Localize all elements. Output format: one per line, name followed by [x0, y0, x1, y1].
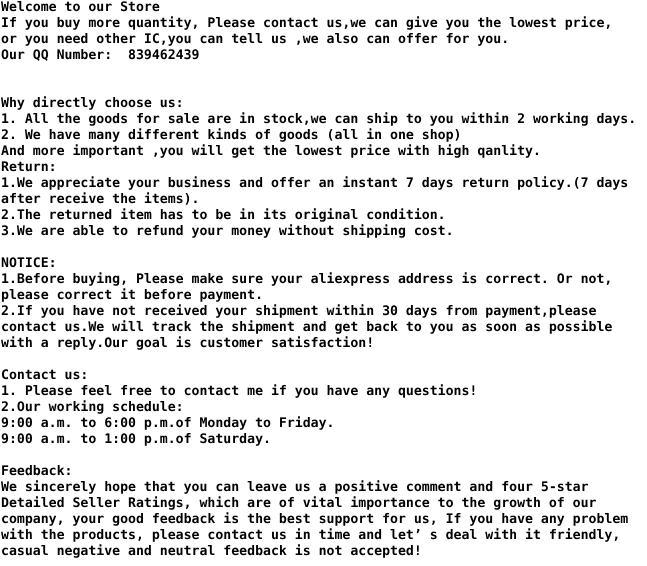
text-line: 2.If you have not received your shipment…	[1, 304, 597, 319]
text-line: 9:00 a.m. to 1:00 p.m.of Saturday.	[1, 432, 271, 447]
store-description-text: Welcome to our Store If you buy more quan…	[1, 0, 647, 560]
text-line: casual negative and neutral feedback is …	[1, 544, 422, 559]
text-line: NOTICE:	[1, 256, 57, 271]
text-line: 1. Please feel free to contact me if you…	[1, 384, 478, 399]
text-line: Why directly choose us:	[1, 96, 184, 111]
text-line: Our QQ Number: 839462439	[1, 48, 200, 63]
text-line: And more important ,you will get the low…	[1, 144, 541, 159]
text-line: 1. All the goods for sale are in stock,w…	[1, 112, 637, 127]
text-line: or you need other IC,you can tell us ,we…	[1, 32, 510, 47]
text-line: Feedback:	[1, 464, 73, 479]
text-line: with a reply.Our goal is customer satisf…	[1, 336, 375, 351]
text-line: Detailed Seller Ratings, which are of vi…	[1, 496, 597, 511]
text-line: please correct it before payment.	[1, 288, 264, 303]
text-line: 9:00 a.m. to 6:00 p.m.of Monday to Frida…	[1, 416, 335, 431]
text-line: 3.We are able to refund your money witho…	[1, 224, 454, 239]
text-line: with the products, please contact us in …	[1, 528, 621, 543]
text-line: 2.Our working schedule:	[1, 400, 184, 415]
text-line: Contact us:	[1, 368, 89, 383]
text-line: 2.The returned item has to be in its ori…	[1, 208, 446, 223]
text-line: Return:	[1, 160, 57, 175]
text-line: 1.Before buying, Please make sure your a…	[1, 272, 613, 287]
text-line: Welcome to our Store	[1, 0, 160, 15]
text-line: company, your good feedback is the best …	[1, 512, 629, 527]
text-line: If you buy more quantity, Please contact…	[1, 16, 613, 31]
text-line: after receive the items).	[1, 192, 200, 207]
text-line: 2. We have many different kinds of goods…	[1, 128, 462, 143]
text-line: contact us.We will track the shipment an…	[1, 320, 613, 335]
text-line: We sincerely hope that you can leave us …	[1, 480, 589, 495]
text-line: 1.We appreciate your business and offer …	[1, 176, 629, 191]
